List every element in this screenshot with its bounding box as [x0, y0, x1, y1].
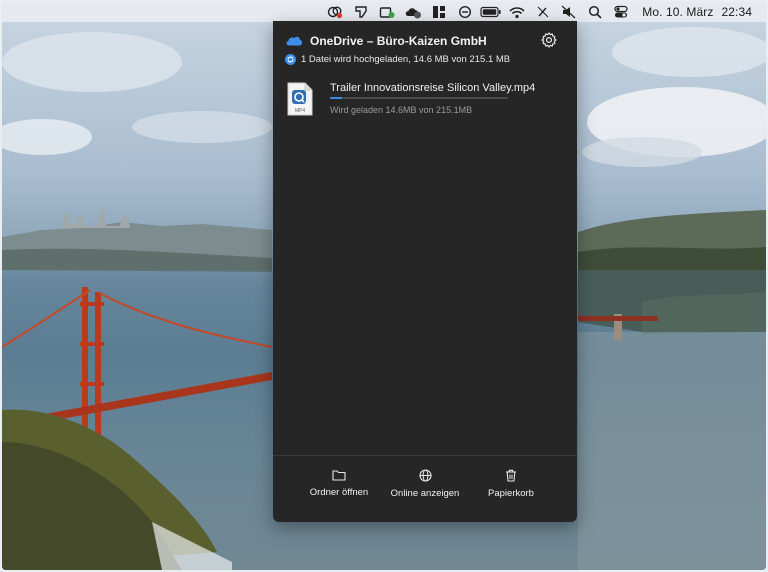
file-type-label: MP4	[295, 108, 306, 114]
onedrive-panel: OneDrive – Büro-Kaizen GmbH 1 Datei wird…	[273, 21, 577, 522]
menu-bar-clock[interactable]: Mo. 10. März 22:34	[642, 5, 752, 19]
wifi-icon[interactable]	[504, 2, 530, 22]
folder-icon	[332, 470, 346, 481]
battery-icon[interactable]	[478, 2, 504, 22]
open-folder-button[interactable]: Ordner öffnen	[296, 469, 382, 509]
volume-muted-icon[interactable]	[556, 2, 582, 22]
sync-status-icon	[285, 54, 296, 65]
upload-status-summary: 1 Datei wird hochgeladen, 14.6 MB von 21…	[301, 54, 511, 65]
control-center-icon[interactable]	[608, 2, 634, 22]
globe-icon	[418, 469, 432, 482]
uploading-file-item[interactable]: MP4 Trailer Innovationsreise Silicon Val…	[273, 77, 577, 121]
menu-bar-date: Mo. 10. März	[642, 5, 714, 19]
trash-icon	[506, 469, 516, 482]
view-online-label: Online anzeigen	[390, 488, 460, 499]
video-file-icon: MP4	[287, 82, 313, 116]
onedrive-header: OneDrive – Büro-Kaizen GmbH 1 Datei wird…	[273, 21, 577, 71]
upload-progress-bar	[330, 97, 508, 99]
pen-off-icon[interactable]	[530, 2, 556, 22]
file-upload-status: Wird geladen 14.6MB von 215.1MB	[330, 105, 473, 115]
file-name: Trailer Innovationsreise Silicon Valley.…	[330, 82, 536, 94]
layout-icon[interactable]	[426, 2, 452, 22]
footer-divider	[273, 455, 577, 456]
onedrive-account-title: OneDrive – Büro-Kaizen GmbH	[310, 34, 487, 48]
recycle-bin-label: Papierkorb	[488, 488, 534, 499]
creative-cloud-icon[interactable]	[322, 2, 348, 22]
panel-footer: Ordner öffnen Online anzeigen Papierkorb	[273, 469, 577, 509]
view-online-button[interactable]: Online anzeigen	[382, 469, 468, 509]
pen-tool-icon[interactable]	[348, 2, 374, 22]
menu-bar-time: 22:34	[721, 5, 752, 19]
upload-progress-fill	[330, 97, 343, 99]
recycle-bin-button[interactable]: Papierkorb	[468, 469, 554, 509]
history-icon[interactable]	[452, 2, 478, 22]
cloud-sync-icon[interactable]	[400, 2, 426, 22]
onedrive-cloud-icon	[286, 36, 303, 46]
menu-bar: Mo. 10. März 22:34	[2, 2, 766, 22]
package-icon[interactable]	[374, 2, 400, 22]
open-folder-label: Ordner öffnen	[309, 487, 369, 498]
search-icon[interactable]	[582, 2, 608, 22]
settings-gear-icon[interactable]	[541, 32, 557, 48]
